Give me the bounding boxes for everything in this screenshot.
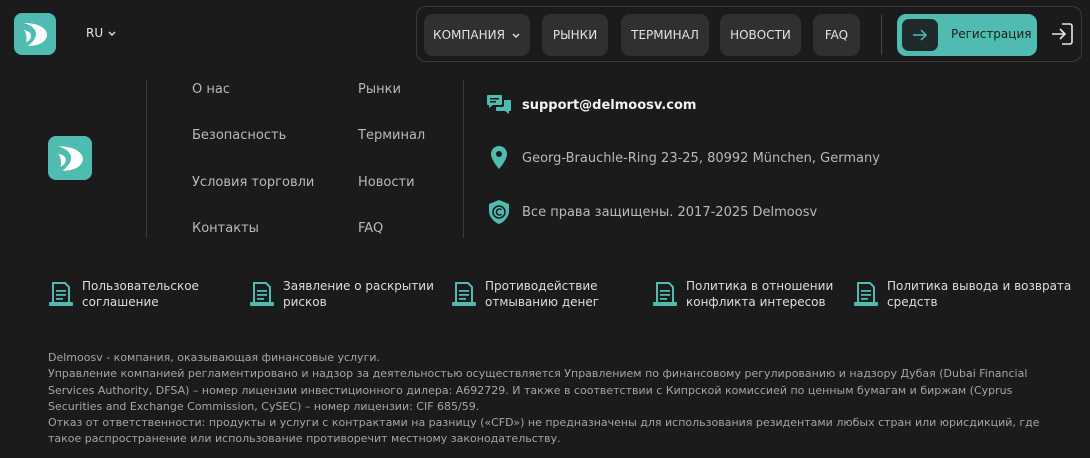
brand-logo-icon[interactable] [14,13,56,55]
register-button[interactable]: Регистрация [897,14,1037,56]
doc-link-withdrawal-policy[interactable]: Политика вывода и возврата средств [853,278,1071,310]
legal-paragraph-company: Delmoosv - компания, оказывающая финансо… [48,351,380,364]
map-pin-icon [486,145,512,171]
doc-link-line: рисков [283,295,327,309]
doc-link-conflict-of-interest[interactable]: Политика в отношении конфликта интересов [652,278,833,310]
legal-paragraph-disclaimer: Отказ от ответственности: продукты и усл… [48,416,1040,446]
document-icon [452,282,476,306]
doc-link-line: Политика вывода и возврата [887,279,1072,293]
document-icon [250,282,274,306]
chevron-down-icon [108,31,116,36]
chat-bubbles-icon [486,92,512,118]
doc-link-line: Политика в отношении [686,279,834,293]
legal-paragraph-regulation: Управление компанией регламентировано и … [48,367,1028,413]
doc-link-line: Пользовательское [82,279,199,293]
doc-link-user-agreement[interactable]: Пользовательское соглашение [48,278,199,310]
nav-terminal-label: ТЕРМИНАЛ [631,28,699,42]
nav-news-button[interactable]: НОВОСТИ [720,14,801,56]
nav-faq-label: FAQ [824,28,849,42]
doc-link-line: Заявление о раскрытии [283,279,434,293]
footer-link-security[interactable]: Безопасность [192,128,286,143]
language-selector[interactable]: RU [86,26,117,40]
footer-link-contacts[interactable]: Контакты [192,221,259,236]
login-icon[interactable] [1049,21,1075,47]
legal-disclaimer: Delmoosv - компания, оказывающая финансо… [48,350,1048,448]
contact-address: Georg-Brauchle-Ring 23-25, 80992 München… [486,145,880,171]
doc-link-line: конфликта интересов [686,295,826,309]
address-text: Georg-Brauchle-Ring 23-25, 80992 München… [522,150,880,166]
doc-link-line: Противодействие [485,279,598,293]
nav-company-button[interactable]: КОМПАНИЯ [424,14,530,56]
doc-link-line: соглашение [82,295,159,309]
nav-markets-label: РЫНКИ [552,28,598,42]
footer-link-about[interactable]: О нас [192,82,230,97]
nav-markets-button[interactable]: РЫНКИ [542,14,608,56]
language-label: RU [86,26,104,40]
nav-faq-button[interactable]: FAQ [813,14,860,56]
copyright-text: Все права защищены. 2017-2025 Delmoosv [522,204,818,220]
copyright-icon [486,199,512,225]
nav-terminal-button[interactable]: ТЕРМИНАЛ [621,14,709,56]
support-email-link[interactable]: support@delmoosv.com [522,98,696,113]
doc-link-line: средств [887,295,938,309]
footer-link-terminal[interactable]: Терминал [358,128,425,143]
nav-divider [881,15,882,55]
doc-link-line: отмыванию денег [485,295,600,309]
footer-divider [463,80,464,238]
footer-divider [146,80,147,238]
contact-email: support@delmoosv.com [486,92,696,118]
footer-link-faq[interactable]: FAQ [358,221,383,236]
contact-copyright: Все права защищены. 2017-2025 Delmoosv [486,199,817,225]
doc-link-anti-money-laundering[interactable]: Противодействие отмыванию денег [451,278,599,310]
document-icon [854,282,878,306]
document-icon [653,282,677,306]
nav-company-label: КОМПАНИЯ [433,28,505,42]
footer-logo-icon[interactable] [48,136,92,180]
nav-news-label: НОВОСТИ [730,28,791,42]
arrow-right-icon [902,19,938,51]
page: RU КОМПАНИЯ РЫНКИ ТЕРМИНАЛ НОВОСТИ FAQ Р… [0,0,1090,458]
register-label: Регистрация [951,27,1032,41]
footer-link-trading-conditions[interactable]: Условия торговли [192,175,314,190]
footer-link-markets[interactable]: Рынки [358,82,401,97]
document-icon [49,282,73,306]
main-navigation: КОМПАНИЯ РЫНКИ ТЕРМИНАЛ НОВОСТИ FAQ Реги… [416,6,1082,62]
chevron-down-icon [512,33,520,38]
footer-link-news[interactable]: Новости [358,175,415,190]
doc-link-risk-disclosure[interactable]: Заявление о раскрытии рисков [249,278,434,310]
